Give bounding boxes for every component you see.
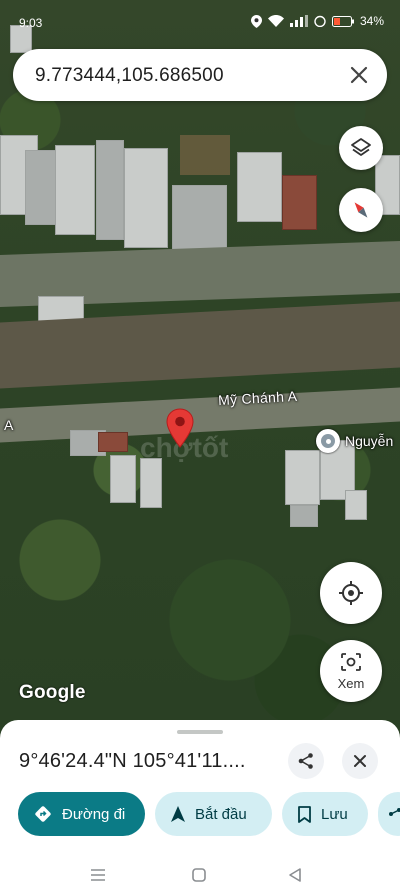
share-button[interactable] [288,743,324,779]
home-icon[interactable] [191,867,207,883]
building [237,152,282,222]
layers-icon [351,138,371,156]
building [124,148,168,248]
location-pin-icon[interactable] [165,408,195,448]
building [98,432,128,452]
field [180,135,230,175]
building [140,458,162,508]
location-status-icon [250,14,262,28]
signal-icon [289,15,308,27]
system-nav-bar [0,860,400,890]
close-icon[interactable] [347,63,371,87]
bookmark-icon [298,805,311,823]
back-icon[interactable] [287,867,303,883]
status-bar: 9:03 34% [0,0,400,44]
share-icon [298,753,313,769]
status-time: 9:03 [19,16,43,30]
camera-lens-icon [341,652,361,671]
directions-label: Đường đi [62,805,126,823]
building [96,140,124,240]
place-marker-icon[interactable] [316,429,340,453]
search-input[interactable]: 9.773444,105.686500 [35,65,224,87]
google-logo: Google [19,682,86,703]
bottom-sheet[interactable]: 9°46'24.4"N 105°41'11.... Đường đi Bắt đ… [0,720,400,890]
navigation-arrow-icon [171,806,185,822]
compass-button[interactable] [339,188,383,232]
my-location-button[interactable] [320,562,382,624]
more-share-chip[interactable] [378,792,400,836]
layers-button[interactable] [339,126,383,170]
alarm-icon [314,15,326,27]
lens-label: Xem [337,675,365,691]
building [172,185,227,250]
lens-button[interactable]: Xem [320,640,382,702]
share-icon [389,808,400,816]
recents-icon[interactable] [90,868,106,882]
close-icon [354,755,366,767]
sheet-drag-handle[interactable] [177,730,223,734]
building [282,175,317,230]
directions-button[interactable]: Đường đi [18,792,145,836]
building [290,505,318,527]
building [55,145,95,235]
save-label: Lưu [321,805,348,823]
compass-icon [354,202,368,218]
battery-icon [331,15,354,27]
building [110,455,136,503]
start-label: Bắt đầu [195,805,247,823]
search-bar[interactable]: 9.773444,105.686500 [13,49,387,101]
satellite-map[interactable]: chợtốt Mỹ Chánh A A Nguyễn Google [0,0,400,740]
close-sheet-button[interactable] [342,743,378,779]
coordinates-title: 9°46'24.4"N 105°41'11.... [19,750,246,772]
building [345,490,367,520]
battery-percent: 34% [359,14,384,28]
crosshair-icon [339,581,363,605]
directions-icon [35,806,51,822]
wifi-icon [267,15,284,27]
start-button[interactable]: Bắt đầu [155,792,272,836]
place-label[interactable]: Nguyễn [345,433,393,449]
building [285,450,320,505]
save-button[interactable]: Lưu [282,792,368,836]
street-label-left[interactable]: A [4,417,14,433]
